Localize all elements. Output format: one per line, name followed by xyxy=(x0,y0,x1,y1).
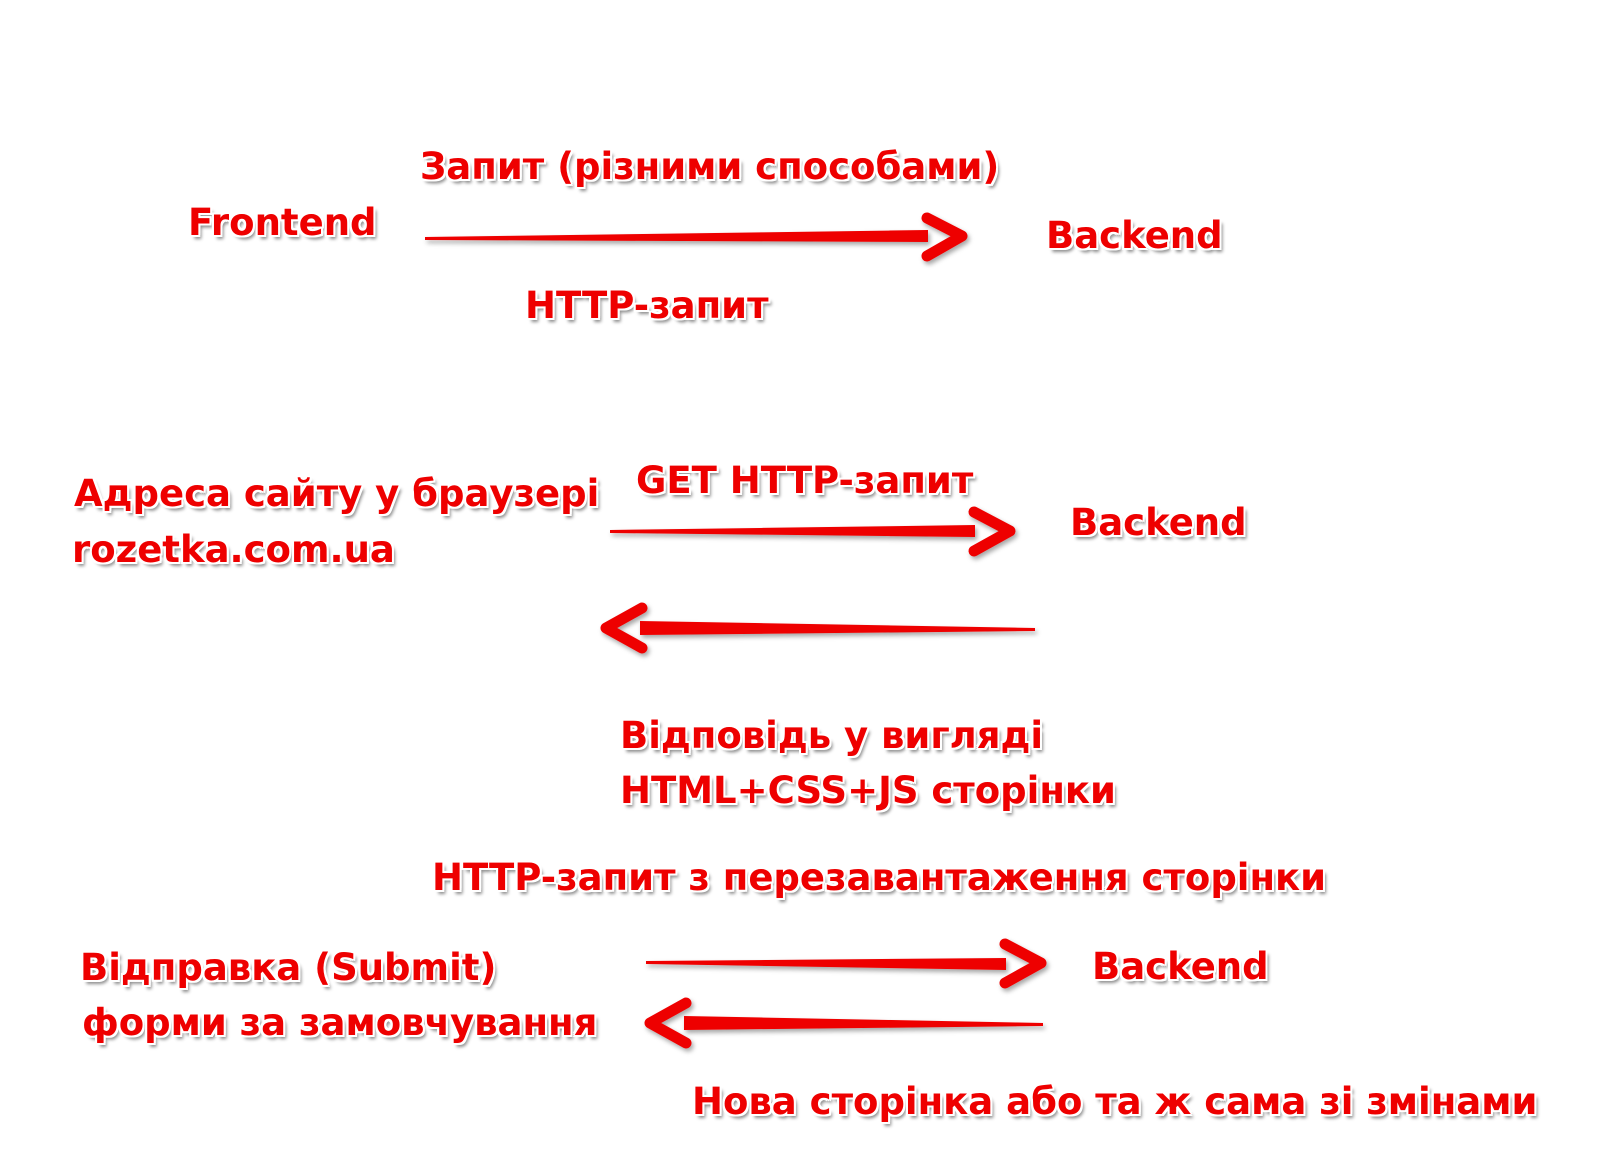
backend-label-2: Backend xyxy=(1070,501,1247,544)
frontend-label: Frontend xyxy=(188,201,377,244)
submit-label-line2: форми за замовчування xyxy=(82,1001,598,1044)
arrow-get-request xyxy=(610,506,1016,557)
arrow-frontend-to-backend xyxy=(425,212,968,262)
arrow-submit-request xyxy=(646,938,1047,989)
site-address-label-line2: rozetka.com.ua xyxy=(72,528,395,571)
request-ways-label: Запит (різними способами) xyxy=(420,145,1000,188)
new-page-label: Нова сторінка або та ж сама зі змінами xyxy=(692,1080,1538,1123)
site-address-label-line1: Адреса сайту у браузері xyxy=(74,472,600,515)
http-request-label: HTTP-запит xyxy=(525,284,769,327)
response-label-line2: HTML+CSS+JS сторінки xyxy=(620,769,1116,812)
response-label-line1: Відповідь у вигляді xyxy=(620,714,1044,757)
backend-label-3: Backend xyxy=(1092,945,1269,988)
backend-label-1: Backend xyxy=(1046,214,1223,257)
arrow-html-response xyxy=(600,602,1035,654)
arrow-new-page-response xyxy=(644,997,1043,1049)
submit-label-line1: Відправка (Submit) xyxy=(80,946,497,989)
get-request-label: GET HTTP-запит xyxy=(636,459,974,502)
reload-request-label: HTTP-запит з перезавантаження сторінки xyxy=(432,856,1327,899)
